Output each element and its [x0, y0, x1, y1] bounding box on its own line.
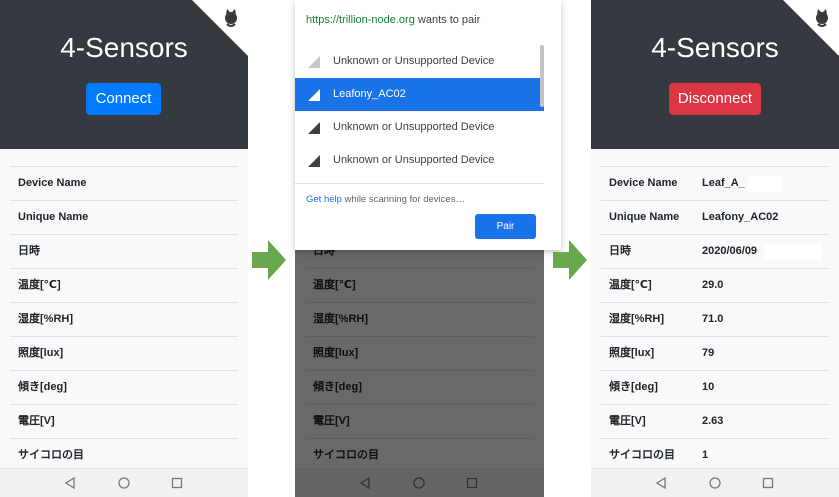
- device-list-item[interactable]: Unknown or Unsupported Device: [295, 45, 544, 78]
- dialog-divider: [295, 183, 544, 184]
- table-row: 照度[lux]: [10, 336, 238, 370]
- back-icon[interactable]: [654, 476, 668, 490]
- table-row: Device Name Leaf_A_: [601, 166, 829, 200]
- device-name: Unknown or Unsupported Device: [333, 55, 495, 67]
- recents-icon[interactable]: [170, 476, 184, 490]
- row-label: 温度[℃]: [18, 279, 61, 291]
- row-value: 10: [702, 381, 715, 393]
- row-value: 79: [702, 347, 715, 359]
- signal-icon: [308, 155, 320, 167]
- app-title: 4-Sensors: [651, 32, 779, 63]
- row-label: 湿度[%RH]: [609, 313, 664, 325]
- home-icon[interactable]: [708, 476, 722, 490]
- table-row: Unique Name: [10, 200, 238, 234]
- help-text: while scanning for devices…: [341, 194, 465, 205]
- dialog-help: Get help while scanning for devices…: [306, 194, 465, 205]
- back-icon[interactable]: [63, 476, 77, 490]
- table-row: 日時 2020/06/09: [601, 234, 829, 268]
- table-row: 照度[lux] 79: [601, 336, 829, 370]
- sensor-table: Device Name Unique Name 日時温度[℃] 湿度[%RH] 照度[l…: [10, 166, 238, 472]
- row-value: Leafony_AC02: [702, 211, 779, 223]
- device-name: Unknown or Unsupported Device: [333, 121, 495, 133]
- device-list-item[interactable]: Leafony_AC02: [295, 78, 544, 111]
- device-list-scrollbar[interactable]: [540, 45, 544, 107]
- signal-icon: [308, 56, 320, 68]
- device-list-item[interactable]: Unknown or Unsupported Device: [295, 111, 544, 144]
- table-row: 電圧[V] 2.63: [601, 404, 829, 438]
- row-value: 2.63: [702, 415, 724, 427]
- redaction-box: [764, 244, 822, 260]
- table-row: 湿度[%RH] 71.0: [601, 302, 829, 336]
- row-label: 電圧[V]: [18, 415, 55, 427]
- left-screen: 4-Sensors Connect Device Name Unique Name…: [0, 0, 248, 497]
- android-nav-bar: [0, 468, 248, 497]
- dialog-title: https://trillion-node.org wants to pair: [306, 14, 480, 26]
- table-row: 温度[℃]: [10, 268, 238, 302]
- row-label: 湿度[%RH]: [18, 313, 73, 325]
- device-name: Leafony_AC02: [333, 88, 406, 100]
- row-label: 日時: [18, 245, 40, 257]
- right-screen: 4-Sensors Disconnect Device Name Leaf_A_ U…: [591, 0, 839, 497]
- app-title: 4-Sensors: [60, 32, 188, 63]
- device-list-item[interactable]: Unknown or Unsupported Device: [295, 144, 544, 177]
- sensor-table: Device Name Leaf_A_ Unique Name Leafony_AC0…: [601, 166, 829, 472]
- github-corner-icon[interactable]: [218, 6, 242, 30]
- table-row: 傾き[deg] 10: [601, 370, 829, 404]
- home-icon[interactable]: [117, 476, 131, 490]
- dialog-origin: https://trillion-node.org: [306, 14, 415, 26]
- bluetooth-pair-dialog: https://trillion-node.org wants to pair …: [295, 0, 561, 250]
- table-row: サイコロの目: [10, 438, 238, 472]
- device-list: Unknown or Unsupported Device Leafony_AC0…: [295, 45, 544, 177]
- device-name: Unknown or Unsupported Device: [333, 154, 495, 166]
- app-header: 4-Sensors Connect: [0, 0, 248, 149]
- table-row: 温度[℃] 29.0: [601, 268, 829, 302]
- dialog-title-suffix: wants to pair: [414, 14, 481, 26]
- table-row: 日時: [10, 234, 238, 268]
- android-nav-bar: [591, 468, 839, 497]
- row-label: Device Name: [18, 177, 87, 189]
- github-corner-icon[interactable]: [809, 6, 833, 30]
- get-help-link[interactable]: Get help: [306, 194, 342, 205]
- table-row: Unique Name Leafony_AC02: [601, 200, 829, 234]
- disconnect-button[interactable]: Disconnect: [669, 83, 761, 115]
- redaction-box: [748, 176, 782, 192]
- row-label: 温度[℃]: [609, 279, 652, 291]
- row-value: Leaf_A_: [702, 177, 745, 189]
- row-value: 71.0: [702, 313, 724, 325]
- arrow-right-icon: [553, 240, 587, 280]
- table-row: 電圧[V]: [10, 404, 238, 438]
- app-header: 4-Sensors Disconnect: [591, 0, 839, 149]
- row-label: Unique Name: [609, 211, 680, 223]
- row-value: 29.0: [702, 279, 724, 291]
- row-label: 日時: [609, 245, 631, 257]
- row-label: Device Name: [609, 177, 678, 189]
- pair-button[interactable]: Pair: [475, 214, 536, 239]
- table-row: サイコロの目 1: [601, 438, 829, 472]
- row-label: 照度[lux]: [609, 347, 655, 359]
- table-row: 湿度[%RH]: [10, 302, 238, 336]
- table-row: Device Name: [10, 166, 238, 200]
- recents-icon[interactable]: [761, 476, 775, 490]
- row-label: 傾き[deg]: [18, 381, 67, 393]
- arrow-right-icon: [252, 240, 286, 280]
- row-label: 照度[lux]: [18, 347, 64, 359]
- table-row: 傾き[deg]: [10, 370, 238, 404]
- row-label: 電圧[V]: [609, 415, 646, 427]
- signal-icon: [308, 122, 320, 134]
- row-label: 傾き[deg]: [609, 381, 658, 393]
- signal-icon: [308, 89, 320, 101]
- row-value: 2020/06/09: [702, 245, 758, 257]
- connect-button[interactable]: Connect: [86, 83, 161, 115]
- row-label: Unique Name: [18, 211, 89, 223]
